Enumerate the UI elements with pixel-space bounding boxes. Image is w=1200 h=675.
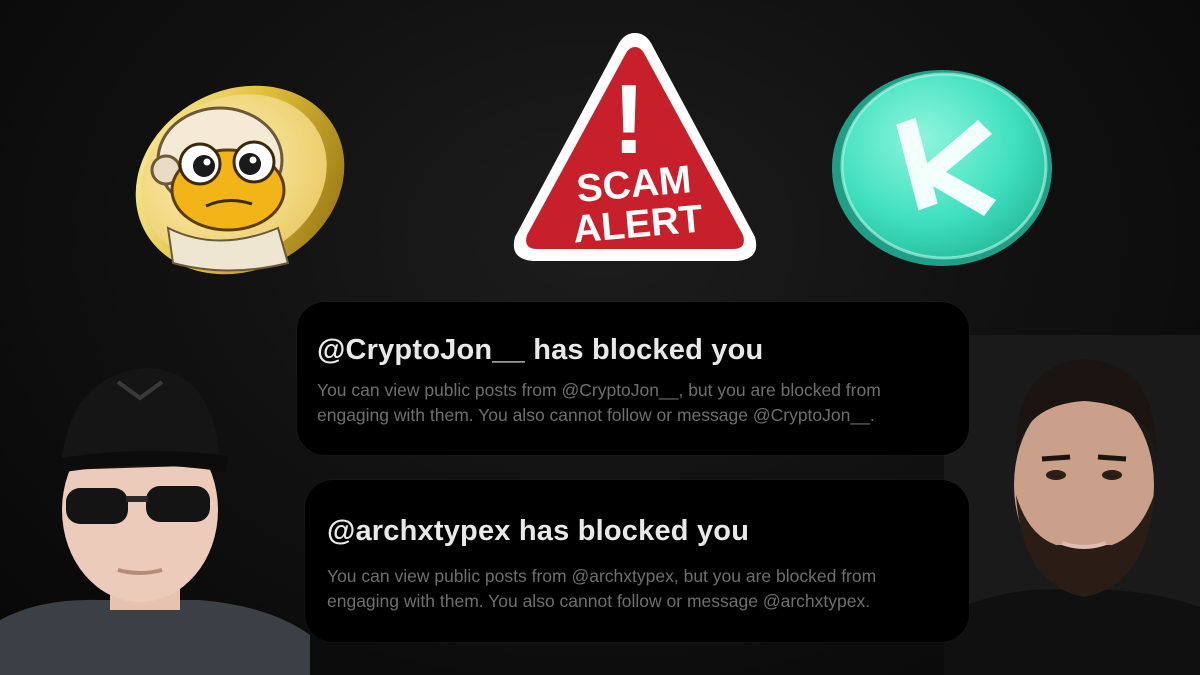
blocked-notice-body: You can view public posts from @archxtyp… [327,566,877,611]
blocked-notice-card: @CryptoJon__ has blocked you You can vie… [297,302,969,455]
frog-astronaut-coin-icon [135,85,345,275]
man-with-cap-and-sunglasses-photo [0,368,310,675]
scam-alert-sign: ! SCAM ALERT [513,33,757,261]
bearded-man-photo [944,335,1200,675]
blocked-notice-title: @CryptoJon__ has blocked you [317,334,764,366]
kaspa-coin-icon [832,70,1052,266]
blocked-notice-title: @archxtypex has blocked you [327,515,750,547]
blocked-notice-card: @archxtypex has blocked you You can view… [305,480,969,642]
exclamation-mark-icon: ! [613,64,646,174]
blocked-notice-body: You can view public posts from @CryptoJo… [317,380,881,425]
